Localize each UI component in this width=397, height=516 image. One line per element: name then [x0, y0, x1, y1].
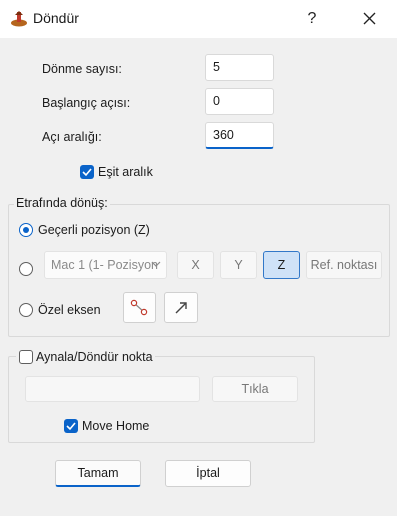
mirror-point-input[interactable]	[25, 376, 200, 402]
close-icon[interactable]	[356, 7, 382, 31]
app-icon	[10, 11, 28, 27]
machine-combo-value: Mac 1 (1- Pozisyon	[51, 258, 158, 272]
rotate-around-title: Etrafında dönüş:	[14, 196, 110, 210]
title-bar: Döndür ?	[0, 0, 397, 38]
ref-point-button[interactable]: Ref. noktası	[306, 251, 382, 279]
help-button[interactable]: ?	[300, 7, 324, 31]
equal-spacing-checkbox[interactable]	[80, 165, 94, 179]
custom-axis-label: Özel eksen	[38, 303, 101, 317]
start-angle-input[interactable]: 0	[205, 88, 274, 115]
x-axis-button[interactable]: X	[177, 251, 214, 279]
start-angle-label: Başlangıç açısı:	[42, 96, 131, 110]
equal-spacing-label: Eşit aralık	[98, 165, 153, 179]
angle-range-input[interactable]: 360	[205, 122, 274, 149]
rotation-count-label: Dönme sayısı:	[42, 62, 122, 76]
current-position-radio[interactable]	[19, 223, 33, 237]
click-button[interactable]: Tıkla	[212, 376, 298, 402]
cancel-button[interactable]: İptal	[165, 460, 251, 487]
z-axis-button[interactable]: Z	[263, 251, 300, 279]
arrow-icon	[165, 302, 197, 325]
move-home-label: Move Home	[82, 419, 150, 433]
machine-axis-radio[interactable]	[19, 262, 33, 276]
window-title: Döndür	[33, 10, 79, 26]
chevron-down-icon	[150, 258, 162, 273]
mirror-checkbox[interactable]	[19, 350, 33, 364]
move-home-checkbox[interactable]	[64, 419, 78, 433]
axis-direction-button[interactable]	[164, 292, 198, 323]
y-axis-button[interactable]: Y	[220, 251, 257, 279]
mirror-title: Aynala/Döndür nokta	[16, 350, 155, 364]
pick-axis-button[interactable]	[123, 292, 156, 323]
custom-axis-radio[interactable]	[19, 303, 33, 317]
machine-combo[interactable]: Mac 1 (1- Pozisyon	[44, 251, 167, 279]
angle-range-label: Açı aralığı:	[42, 130, 102, 144]
current-position-label: Geçerli pozisyon (Z)	[38, 223, 150, 237]
ok-button[interactable]: Tamam	[55, 460, 141, 487]
rotation-count-input[interactable]: 5	[205, 54, 274, 81]
line-segment-icon	[124, 299, 155, 325]
